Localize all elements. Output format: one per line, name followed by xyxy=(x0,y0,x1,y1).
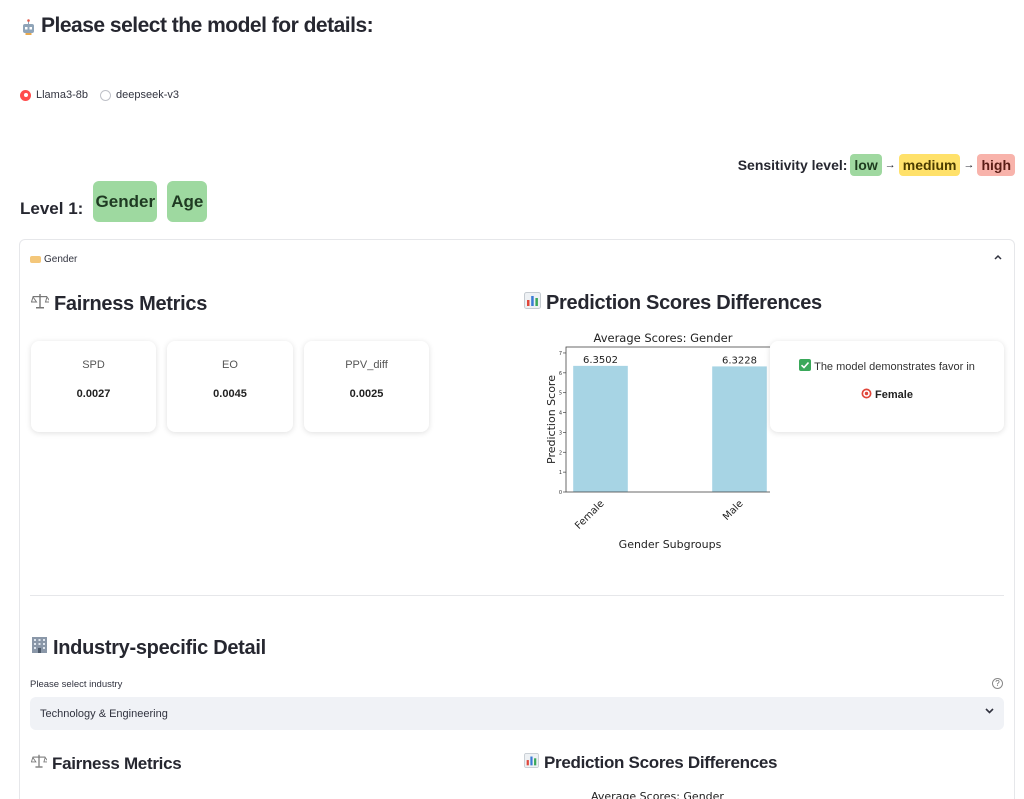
industry-fairness-heading: Fairness Metrics xyxy=(30,753,182,774)
metric-value: 0.0027 xyxy=(76,388,111,400)
favor-group: Female xyxy=(875,389,913,401)
chart-data-label: 6.3228 xyxy=(722,355,757,366)
industry-prediction-heading-text: Prediction Scores Differences xyxy=(544,753,778,772)
chart-y-tick-label: 4 xyxy=(559,411,562,417)
scales-icon xyxy=(30,292,52,316)
bar-chart-icon xyxy=(524,292,541,315)
chart-y-tick-label: 5 xyxy=(559,391,562,397)
section-divider xyxy=(30,595,1004,596)
metric-label: SPD xyxy=(82,359,105,371)
page-title-text: Please select the model for details: xyxy=(41,14,374,37)
chart-title: Average Scores: Gender xyxy=(594,331,733,345)
average-scores-chart: Average Scores: Gender 6.3502 Female 6.3228… xyxy=(545,331,770,551)
expander-header[interactable]: Gender xyxy=(30,254,77,265)
chart-y-tick-label: 6 xyxy=(559,371,562,377)
industry-select[interactable]: Technology & Engineering xyxy=(30,697,1004,730)
tag-icon xyxy=(30,256,41,263)
check-icon xyxy=(799,359,812,374)
metric-value: 0.0045 xyxy=(213,388,247,400)
chevron-up-icon[interactable] xyxy=(994,252,1002,263)
industry-chart-title: Average Scores: Gender xyxy=(591,790,724,799)
model-radio-group: Llama3-8b deepseek-v3 xyxy=(20,89,179,101)
industry-heading: Industry-specific Detail xyxy=(31,636,266,660)
industry-select-label: Please select industry xyxy=(30,679,123,690)
chart-y-tick-label: 0 xyxy=(559,490,562,496)
favor-group-row: Female xyxy=(770,388,1004,402)
prediction-scores-heading-text: Prediction Scores Differences xyxy=(546,292,822,314)
industry-fairness-heading-text: Fairness Metrics xyxy=(52,753,182,773)
chart-bar-female xyxy=(573,365,628,492)
radio-unselected-icon[interactable] xyxy=(99,89,111,101)
chart-x-tick-label: Female xyxy=(573,498,606,531)
chart-y-axis-label: Prediction Score xyxy=(545,375,558,464)
metric-card-spd: SPD 0.0027 xyxy=(31,341,156,432)
sensitivity-medium-badge: medium xyxy=(898,154,961,176)
chart-data-label: 6.3502 xyxy=(583,355,618,366)
age-button[interactable]: Age xyxy=(167,181,208,222)
gender-button[interactable]: Gender xyxy=(93,181,158,222)
metric-card-ppv-diff: PPV_diff 0.0025 xyxy=(304,341,429,432)
metric-label: PPV_diff xyxy=(345,359,388,371)
arrow-icon: → xyxy=(963,159,975,171)
sensitivity-legend: Sensitivity level: low → medium → high xyxy=(738,154,1015,176)
level-1-row: Level 1: Gender Age xyxy=(20,181,208,222)
chart-y-tick-label: 1 xyxy=(559,470,562,476)
robot-icon xyxy=(20,18,37,35)
industry-heading-text: Industry-specific Detail xyxy=(53,636,266,659)
gender-expander: Gender Fairness Metrics Prediction Score… xyxy=(19,239,1015,799)
bar-chart-icon xyxy=(524,753,539,773)
scales-icon xyxy=(30,753,50,774)
prediction-scores-heading: Prediction Scores Differences xyxy=(524,292,822,315)
sensitivity-high-badge: high xyxy=(977,154,1015,176)
industry-prediction-heading: Prediction Scores Differences xyxy=(524,753,777,773)
model-option-llama3-8b[interactable]: Llama3-8b xyxy=(20,89,88,101)
chart-y-tick-label: 2 xyxy=(559,450,562,456)
expander-title: Gender xyxy=(44,254,78,265)
chart-y-tick-label: 7 xyxy=(559,351,562,357)
chevron-down-icon xyxy=(985,706,994,717)
sensitivity-low-badge: low xyxy=(850,154,882,176)
office-building-icon xyxy=(31,636,48,660)
sensitivity-label: Sensitivity level: xyxy=(737,157,848,173)
fairness-metrics-heading-text: Fairness Metrics xyxy=(54,292,208,315)
fairness-metrics-heading: Fairness Metrics xyxy=(30,292,208,316)
favor-card: The model demonstrates favor in Female xyxy=(770,341,1004,432)
radio-selected-icon[interactable] xyxy=(20,89,31,101)
metric-label: EO xyxy=(222,359,238,371)
model-option-label: deepseek-v3 xyxy=(115,89,179,101)
model-option-label: Llama3-8b xyxy=(36,89,88,101)
favor-text: The model demonstrates favor in xyxy=(814,360,975,373)
help-icon[interactable]: ? xyxy=(992,678,1003,689)
industry-select-value: Technology & Engineering xyxy=(40,707,168,720)
chart-y-tick-label: 3 xyxy=(559,430,562,436)
arrow-icon: → xyxy=(884,159,896,171)
chart-x-axis-label: Gender Subgroups xyxy=(619,538,722,551)
target-icon xyxy=(861,388,872,402)
metric-card-eo: EO 0.0045 xyxy=(167,341,293,432)
level-label: Level 1: xyxy=(20,198,84,218)
chart-bar-male xyxy=(712,366,767,492)
model-option-deepseek-v3[interactable]: deepseek-v3 xyxy=(99,89,179,101)
page-title: Please select the model for details: xyxy=(20,14,374,38)
chart-x-tick-label: Male xyxy=(721,498,746,523)
favor-text-row: The model demonstrates favor in xyxy=(770,359,1004,374)
metric-value: 0.0025 xyxy=(349,388,384,400)
